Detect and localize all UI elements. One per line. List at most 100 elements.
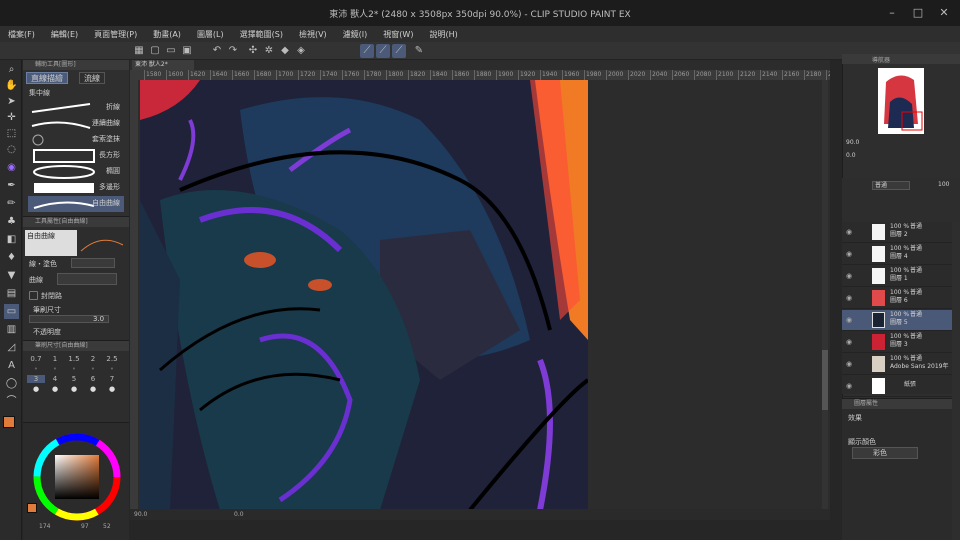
subtool-freehand-curve[interactable]: 自由曲線 bbox=[28, 196, 124, 212]
main-color-swatch[interactable] bbox=[3, 416, 15, 428]
brush-size-preset[interactable]: 5 bbox=[65, 375, 83, 383]
snap-ruler-icon[interactable]: ⟋ bbox=[360, 44, 374, 58]
close-button[interactable]: ✕ bbox=[934, 5, 954, 21]
clear-icon[interactable]: ✲ bbox=[262, 44, 276, 58]
minimize-button[interactable]: – bbox=[882, 5, 902, 21]
navigator-zoom[interactable]: 90.0 bbox=[846, 139, 859, 146]
subtool-rectangle[interactable]: 長方形 bbox=[28, 148, 124, 164]
brush-icon[interactable]: ♣ bbox=[4, 214, 19, 229]
layer-opacity[interactable]: 100 bbox=[938, 181, 949, 188]
layer-row[interactable]: ◉ 100 % 普通 Adobe Sans 2019年 bbox=[842, 354, 952, 375]
layer-row[interactable]: ◉ 100 % 普通 圖層 1 bbox=[842, 266, 952, 287]
text-icon[interactable]: A bbox=[4, 358, 19, 373]
subtool-ellipse[interactable]: 橢圓 bbox=[28, 164, 124, 180]
menu-file[interactable]: 檔案(F) bbox=[0, 29, 43, 40]
menu-filter[interactable]: 濾鏡(I) bbox=[335, 29, 376, 40]
brush-size-preset[interactable]: 6 bbox=[84, 375, 102, 383]
menu-view[interactable]: 檢視(V) bbox=[291, 29, 335, 40]
eye-icon[interactable]: ◉ bbox=[846, 272, 852, 280]
eye-icon[interactable]: ◉ bbox=[846, 338, 852, 346]
layer-row[interactable]: ◉ 100 % 普通 圖層 3 bbox=[842, 332, 952, 353]
eye-icon[interactable]: ◉ bbox=[846, 250, 852, 258]
artwork-canvas[interactable] bbox=[140, 80, 588, 510]
operation-icon[interactable]: ➤ bbox=[4, 94, 19, 109]
curve-type-selector[interactable] bbox=[57, 273, 117, 285]
subtool-lasso-fill[interactable]: 套索塗抹 bbox=[28, 132, 124, 148]
hand-icon[interactable]: ✋ bbox=[4, 78, 19, 93]
brush-size-preset[interactable]: 1 bbox=[46, 355, 64, 363]
eye-icon[interactable]: ◉ bbox=[846, 228, 852, 236]
eraser-icon[interactable]: ◧ bbox=[4, 232, 19, 247]
brush-size-preset[interactable]: 3 bbox=[27, 375, 45, 383]
eye-icon[interactable]: ◉ bbox=[846, 294, 852, 302]
menu-selection[interactable]: 選擇範圍(S) bbox=[232, 29, 291, 40]
fill-bucket-icon[interactable]: ▼ bbox=[4, 268, 19, 283]
figure-icon[interactable]: ▭ bbox=[4, 304, 19, 319]
ruler-tool-icon[interactable]: ◿ bbox=[4, 340, 19, 355]
color-wheel[interactable] bbox=[33, 433, 121, 521]
navigator-rotation[interactable]: 0.0 bbox=[846, 152, 856, 159]
subtool-polyline[interactable]: 折線 bbox=[28, 100, 124, 116]
layer-row-selected[interactable]: ◉ 100 % 普通 圖層 5 bbox=[842, 310, 952, 331]
snap-grid-icon[interactable]: ⟋ bbox=[376, 44, 390, 58]
brush-size-preset[interactable]: 4 bbox=[46, 375, 64, 383]
selection-icon[interactable]: ⬚ bbox=[4, 126, 19, 141]
lasso-icon[interactable]: ◌ bbox=[4, 142, 19, 157]
line-fill-selector[interactable] bbox=[71, 258, 115, 268]
tab-flow-line[interactable]: 流線 bbox=[79, 72, 105, 84]
correct-line-icon[interactable]: ⌒ bbox=[4, 394, 19, 409]
layer-row[interactable]: ◉ 100 % 普通 圖層 2 bbox=[842, 222, 952, 243]
eye-icon[interactable]: ◉ bbox=[846, 316, 852, 324]
snap-special-icon[interactable]: ⟋ bbox=[392, 44, 406, 58]
ruler-icon[interactable]: ✎ bbox=[412, 44, 426, 58]
navigator-thumbnail[interactable] bbox=[878, 68, 924, 134]
brush-size-preset[interactable]: 2 bbox=[84, 355, 102, 363]
brush-size-preset[interactable]: 1.5 bbox=[65, 355, 83, 363]
gradient-icon[interactable]: ▤ bbox=[4, 286, 19, 301]
menu-page[interactable]: 頁面管理(P) bbox=[86, 29, 145, 40]
subtool-polygon[interactable]: 多邊形 bbox=[28, 180, 124, 196]
layer-row[interactable]: ◉ 100 % 普通 圖層 4 bbox=[842, 244, 952, 265]
menu-help[interactable]: 說明(H) bbox=[421, 29, 465, 40]
canvas-tab[interactable]: 東沛 獸人2* bbox=[132, 60, 194, 70]
transform-icon[interactable]: ✣ bbox=[246, 44, 260, 58]
color-mode-select[interactable]: 彩色 bbox=[852, 447, 918, 459]
eye-icon[interactable]: ◉ bbox=[846, 382, 852, 390]
brush-size-preset[interactable]: 0.7 bbox=[27, 355, 45, 363]
menu-window[interactable]: 視窗(W) bbox=[375, 29, 421, 40]
blend-mode-select[interactable]: 普通 bbox=[872, 181, 910, 190]
eye-icon[interactable]: ◉ bbox=[846, 360, 852, 368]
undo-icon[interactable]: ↶ bbox=[210, 44, 224, 58]
move-layer-icon[interactable]: ✛ bbox=[4, 110, 19, 125]
balloon-icon[interactable]: ◯ bbox=[4, 376, 19, 391]
tab-straight-line[interactable]: 直線描繪 bbox=[26, 72, 68, 84]
maximize-button[interactable]: □ bbox=[908, 5, 928, 21]
pen-icon[interactable]: ✒ bbox=[4, 178, 19, 193]
closed-path-checkbox[interactable] bbox=[29, 291, 38, 300]
deselect-icon[interactable]: ◈ bbox=[294, 44, 308, 58]
subtool-continuous-curve[interactable]: 連續曲線 bbox=[28, 116, 124, 132]
menu-edit[interactable]: 編輯(E) bbox=[43, 29, 86, 40]
zoom-icon[interactable]: ⌕ bbox=[4, 62, 19, 77]
canvas-rotation-value[interactable]: 0.0 bbox=[234, 511, 244, 518]
canvas-zoom-value[interactable]: 90.0 bbox=[134, 511, 147, 518]
open-file-icon[interactable]: ▭ bbox=[164, 44, 178, 58]
layer-row-paper[interactable]: ◉ 紙張 bbox=[842, 376, 952, 397]
brush-size-preset[interactable]: 7 bbox=[103, 375, 121, 383]
menu-layer[interactable]: 圖層(L) bbox=[189, 29, 232, 40]
eyedropper-icon[interactable]: ◉ bbox=[4, 160, 19, 175]
brush-size-preset[interactable]: 2.5 bbox=[103, 355, 121, 363]
blend-icon[interactable]: ♦ bbox=[4, 250, 19, 265]
menu-animation[interactable]: 動畫(A) bbox=[145, 29, 189, 40]
grid-icon[interactable]: ▦ bbox=[132, 44, 146, 58]
pencil-icon[interactable]: ✏ bbox=[4, 196, 19, 211]
frame-icon[interactable]: ▥ bbox=[4, 322, 19, 337]
fill-icon[interactable]: ◆ bbox=[278, 44, 292, 58]
canvas-area[interactable] bbox=[130, 60, 830, 520]
new-file-icon[interactable]: ▢ bbox=[148, 44, 162, 58]
layer-row[interactable]: ◉ 100 % 普通 圖層 6 bbox=[842, 288, 952, 309]
color-main-mini[interactable] bbox=[27, 503, 37, 513]
redo-icon[interactable]: ↷ bbox=[226, 44, 240, 58]
canvas-vertical-scrollbar[interactable] bbox=[822, 80, 828, 510]
save-icon[interactable]: ▣ bbox=[180, 44, 194, 58]
